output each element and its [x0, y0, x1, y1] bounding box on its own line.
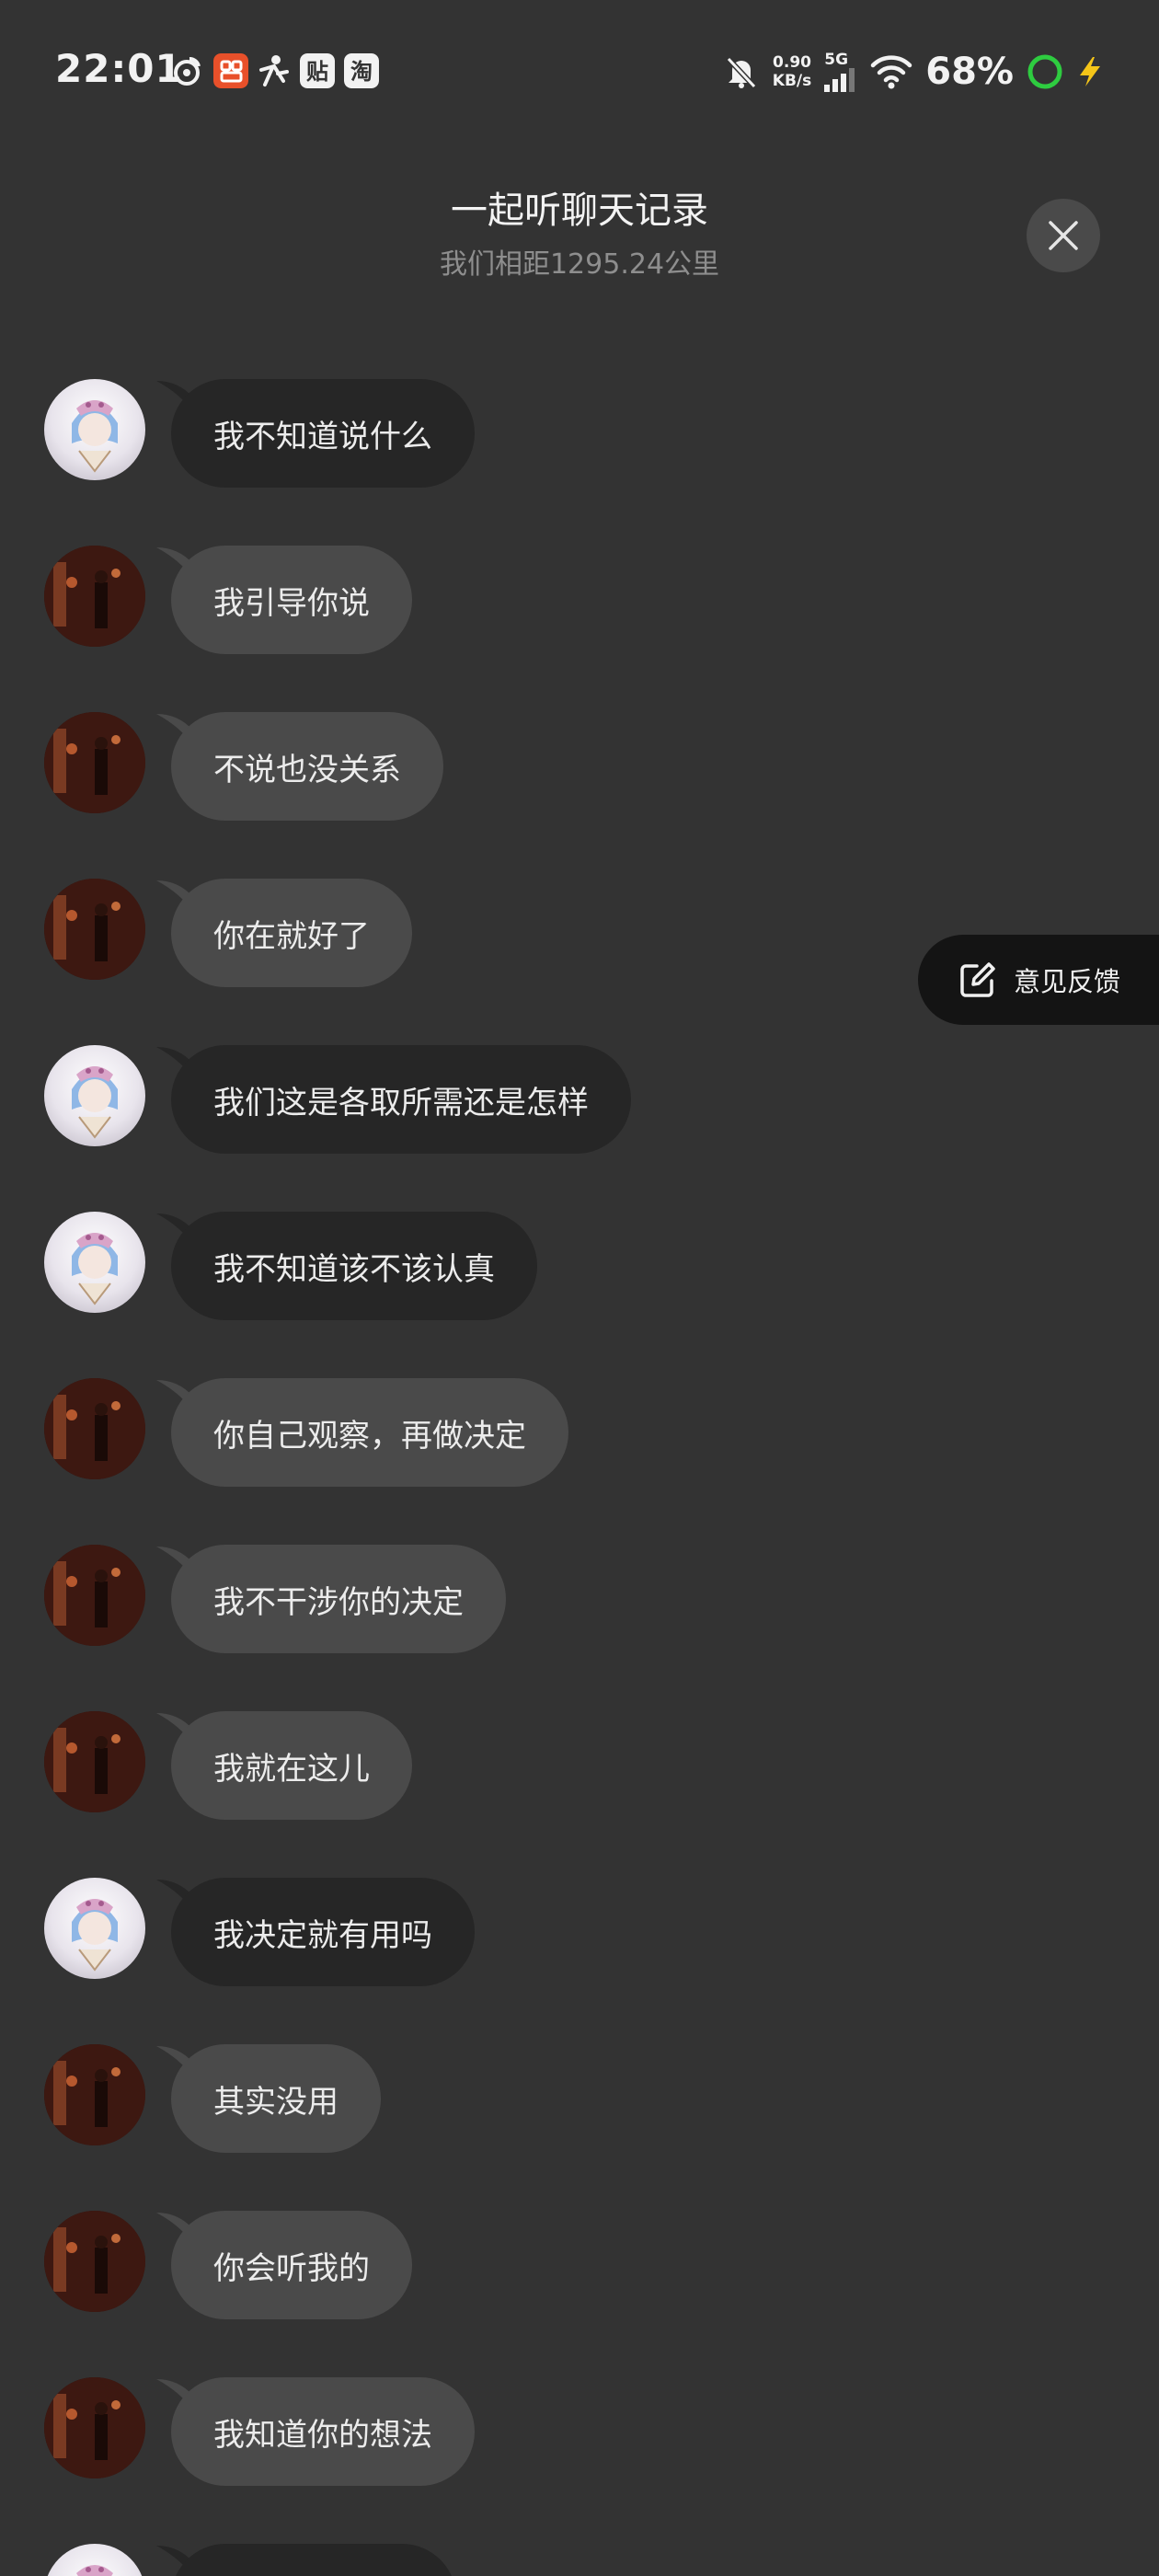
message-bubble[interactable]: 我们这是各取所需还是怎样 [171, 1045, 631, 1154]
message-text: 我就在这儿 [213, 1750, 370, 1788]
chat-message-row [0, 2533, 1159, 2576]
message-text: 你在就好了 [213, 917, 370, 955]
taobao-icon: 淘 [344, 53, 379, 88]
status-time: 22:01 [55, 46, 183, 91]
battery-percent: 68% [925, 51, 1014, 93]
message-bubble[interactable]: 你会听我的 [171, 2211, 412, 2319]
pinduoduo-icon [213, 53, 248, 88]
signal-bars-icon [824, 68, 855, 92]
avatar-image [44, 1545, 145, 1646]
status-bar: 22:01 贴 淘 0.90 KB/s 5G 68% [0, 0, 1159, 138]
chat-message-row: 我不知道该不该认真 [0, 1201, 1159, 1320]
message-text: 其实没用 [213, 2083, 339, 2121]
edit-icon [960, 962, 995, 997]
message-bubble[interactable]: 我引导你说 [171, 546, 412, 654]
page-title: 一起听聊天记录 [451, 190, 708, 232]
avatar-image [72, 400, 118, 473]
avatar-anime[interactable] [44, 1045, 145, 1146]
message-text: 我知道你的想法 [213, 2416, 432, 2454]
message-bubble[interactable]: 我就在这儿 [171, 1711, 412, 1820]
avatar-anime[interactable] [44, 1878, 145, 1979]
avatar-image [44, 2211, 145, 2312]
message-bubble[interactable]: 你在就好了 [171, 879, 412, 987]
message-bubble[interactable] [171, 2544, 456, 2576]
message-text: 你会听我的 [213, 2249, 370, 2287]
message-text: 我不知道说什么 [213, 418, 432, 455]
chat-message-row: 我知道你的想法 [0, 2366, 1159, 2486]
feedback-button[interactable]: 意见反馈 [918, 935, 1159, 1025]
message-bubble[interactable]: 我不知道说什么 [171, 379, 475, 488]
message-text: 你自己观察，再做决定 [213, 1417, 526, 1455]
cell-signal: 5G [824, 52, 857, 92]
avatar-image [44, 2377, 145, 2478]
message-text: 我不知道该不该认真 [213, 1250, 495, 1288]
avatar-dark[interactable] [44, 1711, 145, 1812]
network-speed-value: 0.90 [773, 53, 811, 72]
avatar-image [44, 546, 145, 647]
weibo-icon [174, 57, 201, 86]
mute-bell-icon [726, 56, 756, 89]
status-right-group: 0.90 KB/s 5G 68% [723, 46, 1104, 98]
run-app-icon [259, 55, 289, 86]
chat-message-row: 你会听我的 [0, 2200, 1159, 2319]
svg-text:贴: 贴 [306, 59, 328, 85]
avatar-image [72, 1066, 118, 1139]
chat-message-row: 我就在这儿 [0, 1700, 1159, 1820]
avatar-dark[interactable] [44, 2044, 145, 2145]
message-bubble[interactable]: 我不知道该不该认真 [171, 1212, 537, 1320]
message-bubble[interactable]: 不说也没关系 [171, 712, 443, 821]
message-bubble[interactable]: 你自己观察，再做决定 [171, 1378, 568, 1487]
avatar-image [44, 1711, 145, 1812]
tieba-icon: 贴 [300, 53, 335, 88]
avatar-image [44, 879, 145, 980]
chat-message-row: 我不知道说什么 [0, 368, 1159, 488]
network-type: 5G [824, 51, 849, 69]
avatar-image [72, 1233, 118, 1305]
avatar-dark[interactable] [44, 1378, 145, 1479]
avatar-anime[interactable] [44, 1212, 145, 1313]
avatar-image [44, 712, 145, 813]
close-button[interactable] [1027, 199, 1100, 272]
message-bubble[interactable]: 其实没用 [171, 2044, 381, 2153]
chat-message-row: 其实没用 [0, 2033, 1159, 2153]
message-text: 我不干涉你的决定 [213, 1583, 464, 1621]
message-text: 我决定就有用吗 [213, 1916, 432, 1954]
avatar-dark[interactable] [44, 712, 145, 813]
chat-message-row: 你自己观察，再做决定 [0, 1367, 1159, 1487]
avatar-image [44, 1378, 145, 1479]
message-bubble[interactable]: 我不干涉你的决定 [171, 1545, 506, 1653]
message-bubble[interactable]: 我决定就有用吗 [171, 1878, 475, 1986]
avatar-dark[interactable] [44, 879, 145, 980]
avatar-anime[interactable] [44, 379, 145, 480]
avatar-anime[interactable] [44, 2544, 145, 2576]
wifi-icon [871, 55, 912, 89]
avatar-dark[interactable] [44, 1545, 145, 1646]
avatar-image [76, 2565, 113, 2576]
avatar-dark[interactable] [44, 2377, 145, 2478]
chat-message-row: 我们这是各取所需还是怎样 [0, 1034, 1159, 1154]
chat-message-row: 我引导你说 [0, 535, 1159, 654]
charging-bolt-icon [1080, 57, 1100, 86]
close-icon [1049, 221, 1078, 250]
network-speed-unit: KB/s [772, 72, 812, 90]
chat-message-row: 我决定就有用吗 [0, 1867, 1159, 1986]
message-text: 我引导你说 [213, 584, 370, 622]
battery-ring-icon [1027, 54, 1062, 89]
network-speed: 0.90 KB/s [773, 53, 811, 90]
svg-text:淘: 淘 [350, 59, 373, 85]
feedback-label: 意见反馈 [1014, 966, 1121, 997]
screen: 22:01 贴 淘 0.90 KB/s 5G 68% 一起听聊天记录 我们相距1… [0, 0, 1159, 2576]
avatar-dark[interactable] [44, 2211, 145, 2312]
avatar-image [44, 2044, 145, 2145]
avatar-image [72, 1899, 118, 1972]
chat-message-row: 不说也没关系 [0, 701, 1159, 821]
message-text: 不说也没关系 [213, 751, 401, 788]
message-text: 我们这是各取所需还是怎样 [213, 1084, 589, 1121]
chat-message-row: 我不干涉你的决定 [0, 1534, 1159, 1653]
distance-subtitle: 我们相距1295.24公里 [439, 248, 720, 281]
message-bubble[interactable]: 我知道你的想法 [171, 2377, 475, 2486]
avatar-dark[interactable] [44, 546, 145, 647]
